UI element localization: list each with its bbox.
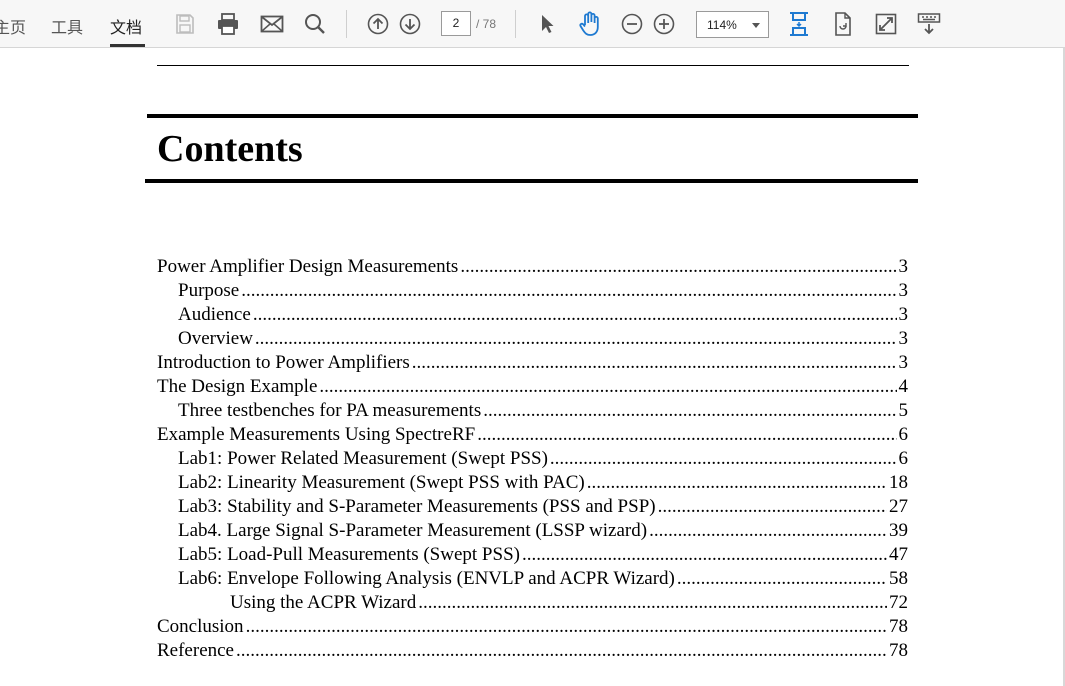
toc-dot-leader [236, 639, 887, 663]
toc-dot-leader [483, 399, 896, 423]
toc-dot-leader [522, 543, 887, 567]
select-cursor-icon[interactable] [534, 11, 560, 37]
toc-entry-page: 47 [889, 544, 908, 565]
toc-dot-leader [550, 447, 897, 471]
more-tools-icon[interactable] [916, 11, 942, 37]
toc-entry-label: Reference [157, 640, 234, 661]
toc-dot-leader [412, 351, 897, 375]
rotate-page-icon[interactable] [830, 11, 856, 37]
search-icon[interactable] [302, 11, 328, 37]
chevron-down-icon [752, 23, 760, 28]
toc-entry-label: Three testbenches for PA measurements [178, 400, 482, 421]
tab-tools[interactable]: 工具 [51, 14, 83, 38]
zoom-select[interactable]: 114% [696, 11, 769, 38]
toc-dot-leader [246, 615, 887, 639]
toc-entry-page: 3 [898, 304, 909, 325]
save-icon[interactable] [172, 11, 198, 37]
toc-entry-page: 18 [889, 472, 908, 493]
toc-entry[interactable]: Lab5: Load-Pull Measurements (Swept PSS)… [157, 543, 908, 567]
toc-entry-label: Lab5: Load-Pull Measurements (Swept PSS) [178, 544, 520, 565]
toc-entry-label: Purpose [178, 280, 240, 301]
toc-entry-page: 6 [898, 448, 909, 469]
toc-entry[interactable]: Introduction to Power Amplifiers 3 [157, 351, 908, 375]
toc-dot-leader [649, 519, 887, 543]
toc-entry[interactable]: Overview 3 [157, 327, 908, 351]
toc-entry[interactable]: Using the ACPR Wizard 72 [157, 591, 908, 615]
tab-home[interactable]: 主页 [0, 14, 26, 38]
toc-entry-page: 6 [898, 424, 909, 445]
toc-entry-page: 3 [898, 256, 909, 277]
toc-entry-label: Lab3: Stability and S-Parameter Measurem… [178, 496, 656, 517]
toc-entry-label: Overview [178, 328, 253, 349]
toolbar-separator [346, 10, 347, 38]
toc-entry-page: 27 [889, 496, 908, 517]
hand-tool-icon[interactable] [577, 11, 603, 37]
active-tab-indicator [110, 44, 145, 47]
title-rule-top [147, 114, 918, 118]
print-icon[interactable] [215, 11, 241, 37]
toc-entry[interactable]: Three testbenches for PA measurements 5 [157, 399, 908, 423]
toc-entry-page: 39 [889, 520, 908, 541]
page-total: / 78 [476, 17, 497, 31]
toc-entry[interactable]: Lab4. Large Signal S-Parameter Measureme… [157, 519, 908, 543]
toc-entry-label: Lab4. Large Signal S-Parameter Measureme… [178, 520, 648, 541]
toc-entry-label: The Design Example [157, 376, 318, 397]
toc-entry-page: 3 [898, 328, 909, 349]
toc-entry[interactable]: Example Measurements Using SpectreRF 6 [157, 423, 908, 447]
toc-entry-page: 5 [898, 400, 909, 421]
toc-entry-page: 58 [889, 568, 908, 589]
toc-entry[interactable]: Audience 3 [157, 303, 908, 327]
toc-dot-leader [587, 471, 887, 495]
next-page-icon[interactable] [397, 11, 423, 37]
email-icon[interactable] [259, 11, 285, 37]
zoom-in-icon[interactable] [651, 11, 677, 37]
toc-dot-leader [477, 423, 896, 447]
toc-entry[interactable]: Reference 78 [157, 639, 908, 663]
toc-entry-label: Lab2: Linearity Measurement (Swept PSS w… [178, 472, 585, 493]
toc-entry-label: Introduction to Power Amplifiers [157, 352, 410, 373]
previous-page-icon[interactable] [365, 11, 391, 37]
toc-dot-leader [460, 255, 896, 279]
toc-dot-leader [253, 303, 897, 327]
page-title: Contents [157, 128, 303, 170]
title-rule-bottom [145, 179, 918, 183]
zoom-value: 114% [707, 18, 737, 32]
toc-entry-label: Conclusion [157, 616, 244, 637]
toc-entry[interactable]: Lab3: Stability and S-Parameter Measurem… [157, 495, 908, 519]
toc-entry[interactable]: Lab1: Power Related Measurement (Swept P… [157, 447, 908, 471]
page-number-input[interactable]: 2 [441, 11, 471, 36]
toolbar-separator [515, 10, 516, 38]
toc-entry[interactable]: Lab6: Envelope Following Analysis (ENVLP… [157, 567, 908, 591]
toc-entry-page: 78 [889, 640, 908, 661]
tab-document[interactable]: 文档 [110, 14, 142, 38]
toc-entry-label: Audience [178, 304, 251, 325]
toc-entry-label: Power Amplifier Design Measurements [157, 256, 459, 277]
toc-dot-leader [241, 279, 896, 303]
fullscreen-icon[interactable] [873, 11, 899, 37]
toc-entry[interactable]: Conclusion 78 [157, 615, 908, 639]
toc-entry-page: 3 [898, 352, 909, 373]
scroll-mode-icon[interactable] [786, 11, 812, 37]
toc-entry-label: Lab6: Envelope Following Analysis (ENVLP… [178, 568, 675, 589]
toc-entry-label: Lab1: Power Related Measurement (Swept P… [178, 448, 548, 469]
toc-entry[interactable]: Lab2: Linearity Measurement (Swept PSS w… [157, 471, 908, 495]
toc-dot-leader [255, 327, 897, 351]
toc-entry-page: 78 [889, 616, 908, 637]
toolbar: 主页 工具 文档 2 / 78 114% [0, 0, 1065, 48]
header-rule [157, 65, 909, 66]
toc-entry[interactable]: Power Amplifier Design Measurements 3 [157, 255, 908, 279]
toc-entry-page: 72 [889, 592, 908, 613]
toc-dot-leader [677, 567, 887, 591]
toc-entry-page: 4 [898, 376, 909, 397]
toc-entry[interactable]: Purpose 3 [157, 279, 908, 303]
table-of-contents: Power Amplifier Design Measurements3Purp… [157, 255, 908, 663]
toc-dot-leader [658, 495, 887, 519]
toc-dot-leader [319, 375, 896, 399]
toc-entry-page: 3 [898, 280, 909, 301]
toc-entry-label: Using the ACPR Wizard [230, 592, 417, 613]
toc-entry[interactable]: The Design Example 4 [157, 375, 908, 399]
toc-entry-label: Example Measurements Using SpectreRF [157, 424, 476, 445]
toc-dot-leader [418, 591, 887, 615]
zoom-out-icon[interactable] [619, 11, 645, 37]
